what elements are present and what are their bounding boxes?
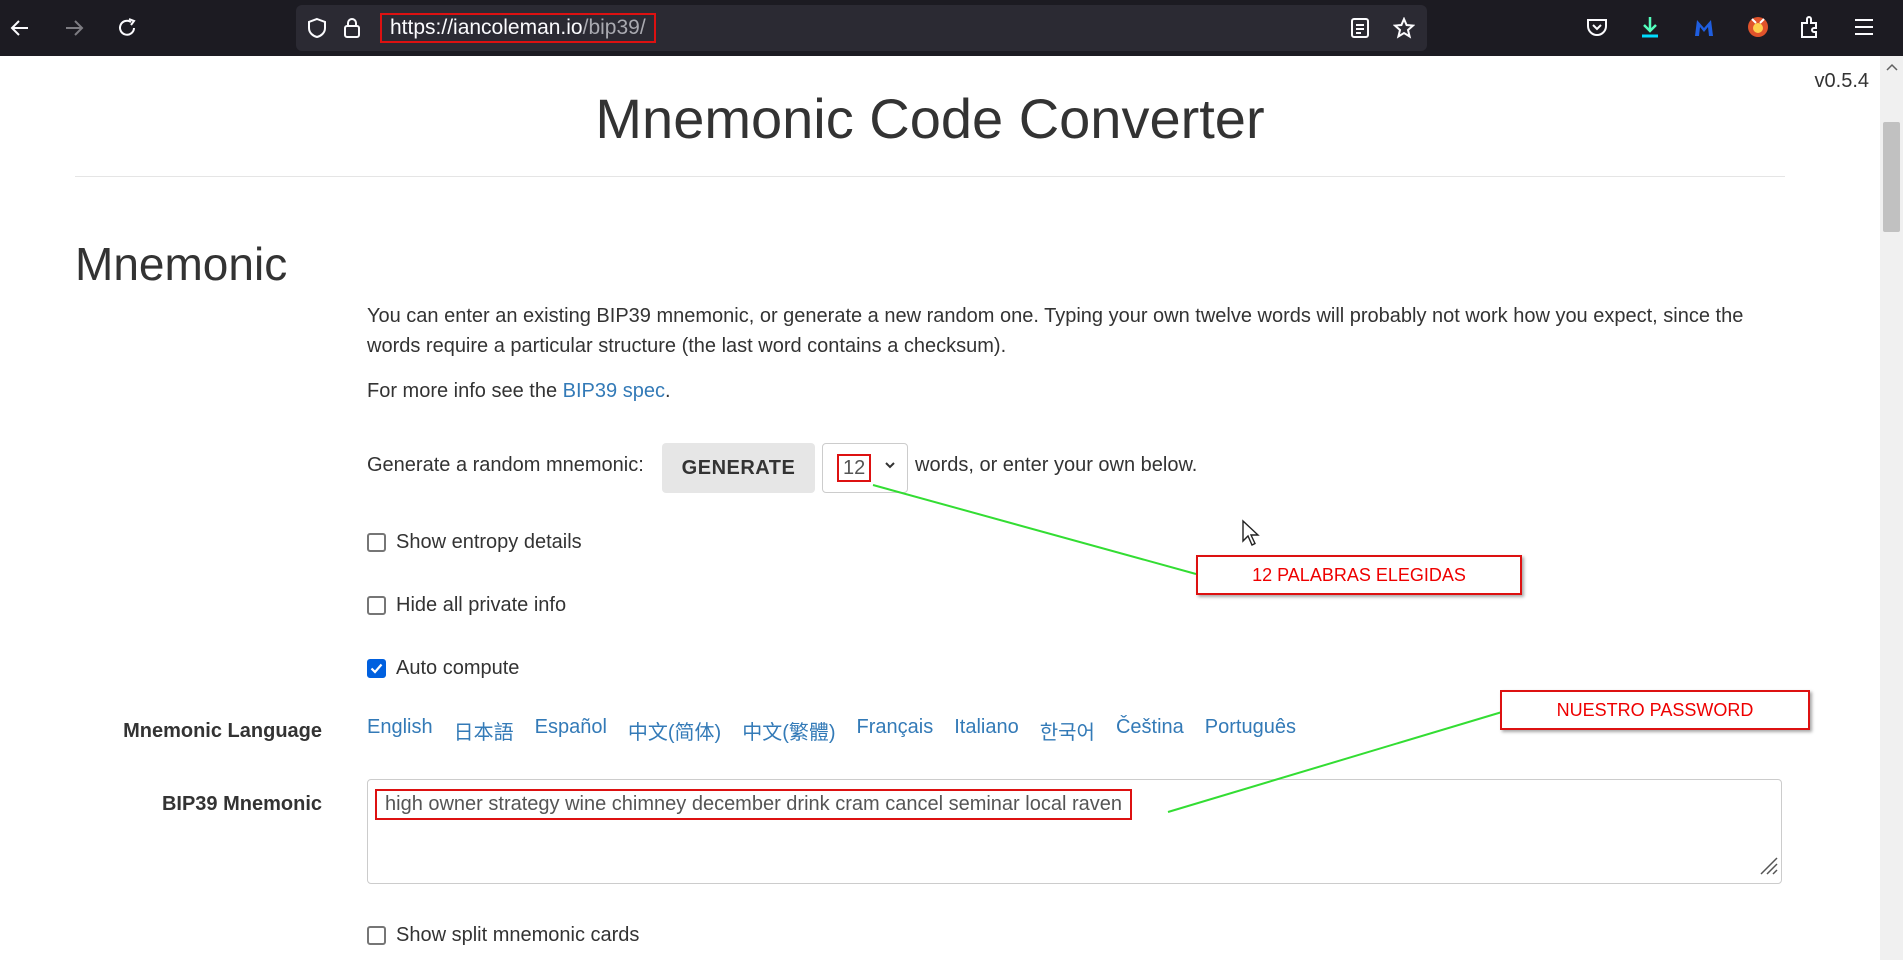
auto-compute-checkbox[interactable] bbox=[367, 659, 386, 678]
password-annotation: NUESTRO PASSWORD bbox=[1500, 690, 1810, 730]
url-path: /bip39/ bbox=[582, 16, 646, 39]
extension-fox-icon[interactable] bbox=[1744, 13, 1772, 41]
bookmark-star-icon[interactable] bbox=[1392, 16, 1416, 40]
mouse-cursor-icon bbox=[1240, 518, 1262, 548]
language-japanese[interactable]: 日本語 bbox=[454, 716, 514, 745]
mnemonic-language-label: Mnemonic Language bbox=[123, 720, 322, 742]
more-info-text: For more info see the BIP39 spec. bbox=[367, 376, 1787, 406]
reload-icon[interactable] bbox=[113, 14, 141, 42]
resize-handle-icon[interactable] bbox=[1757, 854, 1779, 881]
language-chinese-traditional[interactable]: 中文(繁體) bbox=[742, 716, 835, 745]
auto-compute-option[interactable]: Auto compute bbox=[367, 657, 519, 680]
language-french[interactable]: Français bbox=[857, 716, 934, 745]
hide-private-option[interactable]: Hide all private info bbox=[367, 594, 566, 617]
back-arrow-icon[interactable] bbox=[6, 14, 34, 42]
shield-icon[interactable] bbox=[306, 17, 328, 39]
title-divider bbox=[75, 176, 1785, 177]
language-spanish[interactable]: Español bbox=[535, 716, 607, 745]
malwarebytes-icon[interactable] bbox=[1691, 13, 1717, 41]
more-info-suffix: . bbox=[664, 380, 671, 402]
hide-private-checkbox[interactable] bbox=[367, 596, 386, 615]
reader-view-icon[interactable] bbox=[1349, 17, 1371, 39]
vertical-scrollbar[interactable] bbox=[1880, 56, 1903, 960]
language-portuguese[interactable]: Português bbox=[1205, 716, 1296, 745]
url-text[interactable]: https://iancoleman.io/bip39/ bbox=[380, 13, 656, 43]
menu-icon[interactable] bbox=[1851, 14, 1877, 40]
chevron-down-icon bbox=[883, 458, 897, 477]
browser-toolbar: https://iancoleman.io/bip39/ bbox=[0, 0, 1903, 56]
scrollbar-thumb[interactable] bbox=[1883, 122, 1900, 232]
url-bar[interactable]: https://iancoleman.io/bip39/ bbox=[296, 5, 1427, 51]
show-split-checkbox[interactable] bbox=[367, 926, 386, 945]
extensions-icon[interactable] bbox=[1797, 13, 1823, 41]
show-split-label: Show split mnemonic cards bbox=[396, 924, 640, 946]
show-split-option[interactable]: Show split mnemonic cards bbox=[367, 924, 639, 947]
bip39-mnemonic-label: BIP39 Mnemonic bbox=[161, 793, 322, 815]
bip39-spec-link[interactable]: BIP39 spec bbox=[563, 380, 665, 402]
download-icon[interactable] bbox=[1637, 13, 1663, 41]
page-title: Mnemonic Code Converter bbox=[595, 87, 1265, 150]
word-count-value: 12 bbox=[837, 454, 872, 482]
language-czech[interactable]: Čeština bbox=[1116, 716, 1184, 745]
show-entropy-label: Show entropy details bbox=[396, 531, 582, 553]
lock-icon[interactable] bbox=[341, 16, 363, 40]
language-korean[interactable]: 한국어 bbox=[1040, 716, 1095, 745]
generate-button[interactable]: GENERATE bbox=[662, 443, 815, 493]
language-english[interactable]: English bbox=[367, 716, 433, 745]
auto-compute-label: Auto compute bbox=[396, 657, 520, 679]
show-entropy-checkbox[interactable] bbox=[367, 533, 386, 552]
words-after-label: words, or enter your own below. bbox=[915, 454, 1198, 476]
forward-arrow-icon[interactable] bbox=[60, 14, 88, 42]
section-title: Mnemonic bbox=[75, 238, 288, 290]
intro-text: You can enter an existing BIP39 mnemonic… bbox=[367, 305, 1744, 357]
word-count-select[interactable]: 12 bbox=[822, 443, 908, 493]
url-host: https://iancoleman.io bbox=[390, 16, 583, 39]
language-italian[interactable]: Italiano bbox=[954, 716, 1019, 745]
bip39-mnemonic-textarea[interactable]: high owner strategy wine chimney decembe… bbox=[367, 779, 1782, 884]
language-chinese-simplified[interactable]: 中文(简体) bbox=[628, 716, 721, 745]
language-list: English 日本語 Español 中文(简体) 中文(繁體) França… bbox=[367, 716, 1317, 745]
more-info-prefix: For more info see the bbox=[367, 380, 563, 402]
hide-private-label: Hide all private info bbox=[396, 594, 567, 616]
pocket-icon[interactable] bbox=[1584, 14, 1610, 40]
words-annotation: 12 PALABRAS ELEGIDAS bbox=[1196, 555, 1522, 595]
mnemonic-value: high owner strategy wine chimney decembe… bbox=[375, 789, 1132, 820]
generate-label: Generate a random mnemonic: bbox=[367, 454, 644, 476]
show-entropy-option[interactable]: Show entropy details bbox=[367, 531, 582, 554]
scroll-up-icon[interactable] bbox=[1885, 62, 1898, 72]
